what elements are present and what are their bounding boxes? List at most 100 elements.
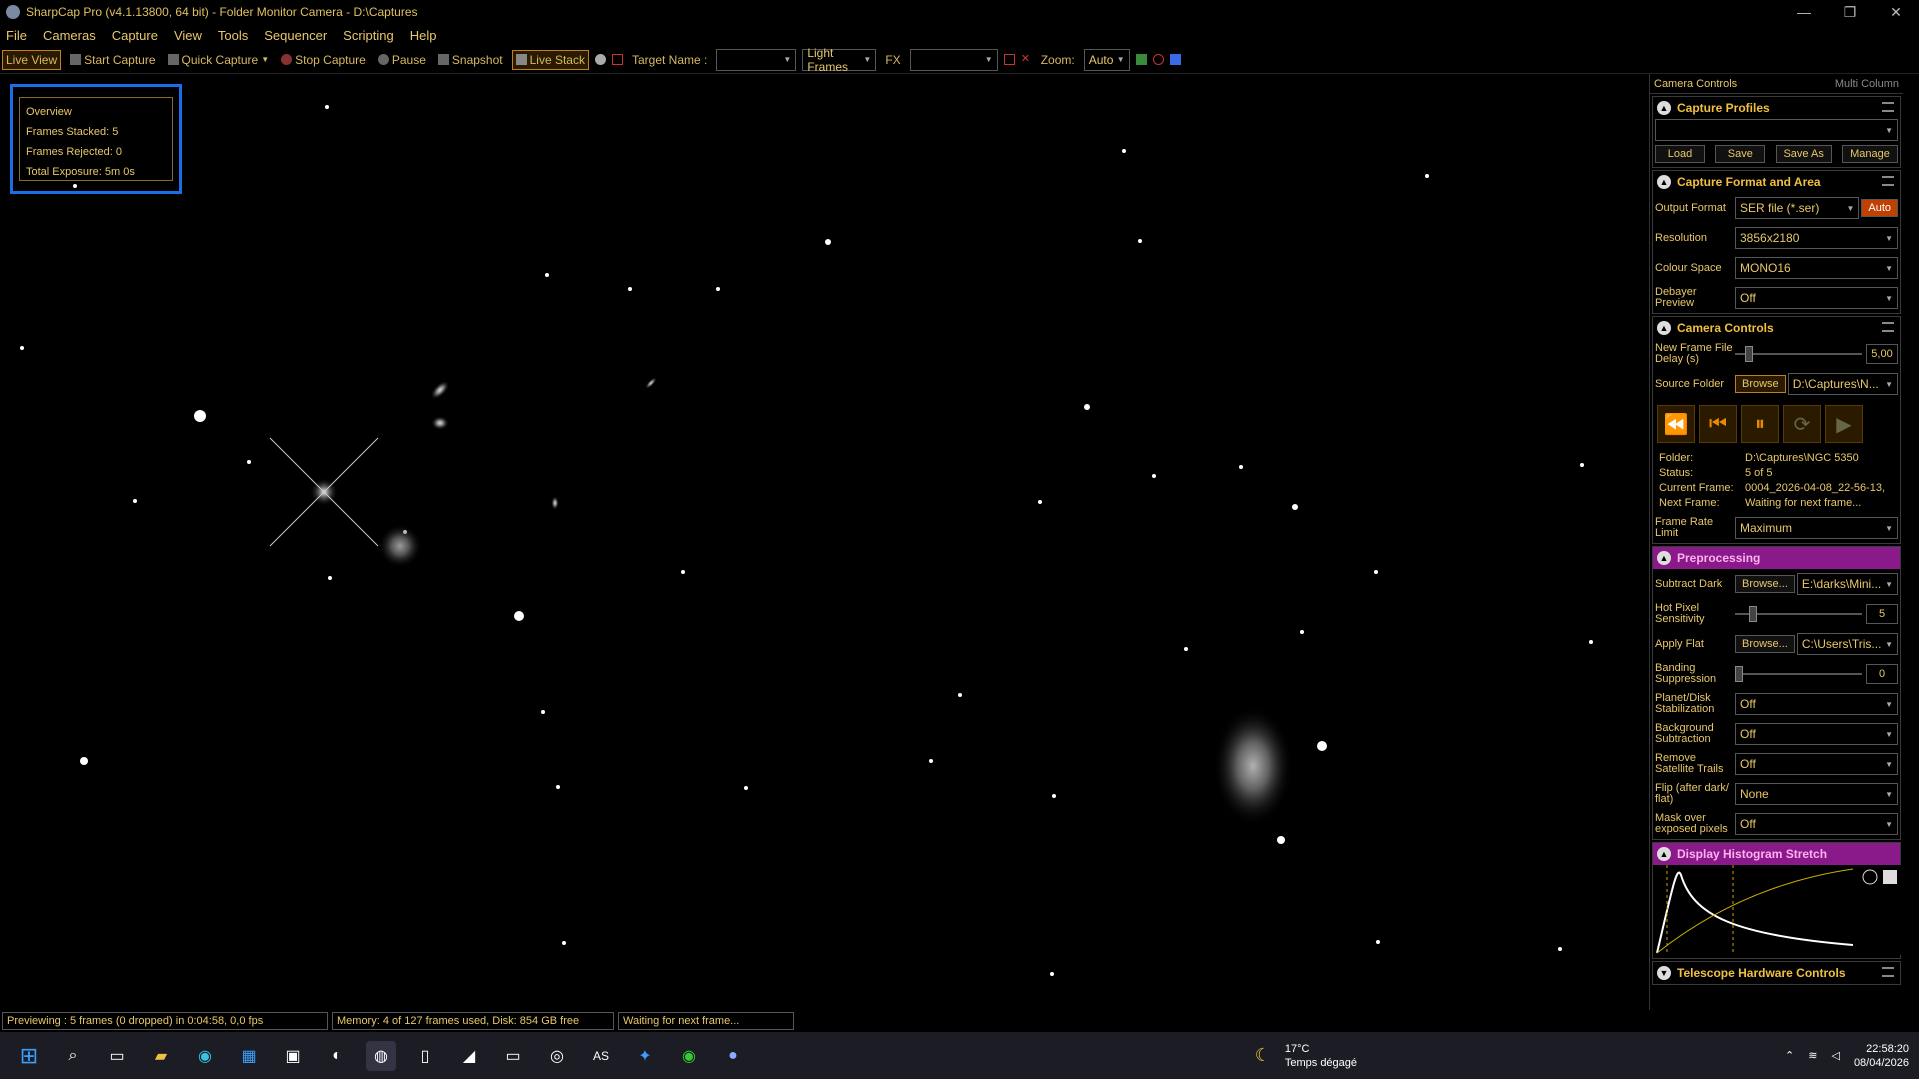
frame-rate-value: Maximum — [1740, 521, 1793, 535]
sharpcap-icon[interactable]: ◍ — [366, 1040, 396, 1071]
auto-button[interactable]: Auto — [1861, 199, 1898, 217]
store-icon[interactable]: ▦ — [234, 1041, 264, 1071]
selection-icon[interactable] — [1003, 54, 1015, 65]
app-icon[interactable]: ◐ — [322, 1041, 352, 1071]
start-icon[interactable]: ⊞ — [14, 1041, 44, 1071]
edge-icon[interactable]: ◉ — [190, 1041, 220, 1071]
app-icon[interactable]: ◉ — [674, 1041, 704, 1071]
menu-scripting[interactable]: Scripting — [343, 28, 394, 43]
menu-help[interactable]: Help — [410, 28, 437, 43]
resolution-select[interactable]: 3856x2180 ▼ — [1735, 227, 1898, 249]
snapshot-button[interactable]: Snapshot — [435, 51, 506, 69]
capture-format-header[interactable]: ▲ Capture Format and Area — [1653, 171, 1900, 193]
maximize-button[interactable]: ❐ — [1827, 0, 1873, 24]
debayer-value: Off — [1740, 291, 1756, 305]
delay-value[interactable]: 5,00 — [1866, 344, 1898, 364]
camera-controls-header[interactable]: ▲ Camera Controls — [1653, 317, 1900, 339]
menu-icon[interactable] — [1882, 967, 1894, 977]
flat-browse-button[interactable]: Browse... — [1735, 635, 1795, 653]
hot-pixel-slider[interactable] — [1735, 604, 1862, 624]
skip-start-icon[interactable]: ⏮ — [1699, 405, 1737, 443]
menu-capture[interactable]: Capture — [112, 28, 158, 43]
banding-slider[interactable] — [1735, 664, 1862, 684]
play-icon[interactable]: ▶ — [1825, 405, 1863, 443]
zoom-select[interactable]: Auto ▼ — [1083, 48, 1130, 71]
search-icon[interactable]: ⌕ — [58, 1041, 88, 1071]
frame-type-select[interactable]: Light Frames ▼ — [802, 46, 877, 74]
annotation-icon[interactable] — [611, 54, 623, 65]
histogram-icon[interactable] — [1135, 54, 1147, 65]
save-button[interactable]: Save — [1715, 145, 1766, 163]
app-icon[interactable]: ▣ — [278, 1041, 308, 1071]
debayer-select[interactable]: Off ▼ — [1735, 287, 1898, 309]
hot-pixel-value[interactable]: 5 — [1866, 604, 1898, 624]
mask-select[interactable]: Off ▼ — [1735, 813, 1898, 835]
live-stack-button[interactable]: Live Stack — [511, 49, 589, 70]
zoom-text: Zoom: — [1040, 52, 1075, 67]
pause-icon[interactable]: ⏸ — [1741, 405, 1779, 443]
colour-space-select[interactable]: MONO16 ▼ — [1735, 257, 1898, 279]
source-browse-button[interactable]: Browse — [1735, 375, 1786, 393]
close-button[interactable]: ✕ — [1873, 0, 1919, 24]
menu-icon[interactable] — [1882, 102, 1894, 112]
menu-icon[interactable] — [1882, 322, 1894, 332]
record-icon[interactable] — [594, 54, 606, 65]
live-view-button[interactable]: Live View — [2, 49, 62, 70]
file-explorer-icon[interactable]: ▰ — [146, 1041, 176, 1071]
crosshair-icon[interactable]: ✕ — [1021, 54, 1032, 65]
frame-rate-select[interactable]: Maximum ▼ — [1735, 517, 1898, 539]
volume-icon[interactable]: ◁ — [1831, 1049, 1839, 1062]
start-capture-button[interactable]: Start Capture — [67, 51, 158, 69]
stabilization-select[interactable]: Off ▼ — [1735, 693, 1898, 715]
app-icon[interactable]: AS — [586, 1041, 616, 1071]
app-icon[interactable]: ● — [718, 1041, 748, 1071]
histogram-graph[interactable] — [1653, 865, 1901, 955]
wifi-icon[interactable]: ≋ — [1808, 1049, 1817, 1062]
preprocessing-header[interactable]: ▲ Preprocessing — [1653, 547, 1900, 569]
menu-file[interactable]: File — [6, 28, 27, 43]
magnifier-icon[interactable] — [1152, 54, 1164, 65]
delay-slider[interactable] — [1735, 344, 1862, 364]
flip-select[interactable]: None ▼ — [1735, 783, 1898, 805]
chevron-up-icon[interactable]: ⌃ — [1785, 1049, 1794, 1062]
quick-capture-button[interactable]: Quick Capture ▼ — [165, 51, 273, 69]
stop-capture-button[interactable]: Stop Capture — [278, 51, 369, 69]
status-waiting: Waiting for next frame... — [618, 1012, 794, 1030]
menu-cameras[interactable]: Cameras — [43, 28, 96, 43]
menu-icon[interactable] — [1882, 176, 1894, 186]
dark-select[interactable]: E:\darks\Mini... ▼ — [1796, 573, 1898, 595]
dark-browse-button[interactable]: Browse... — [1735, 575, 1795, 593]
capture-profiles-header[interactable]: ▲ Capture Profiles — [1653, 97, 1900, 119]
load-button[interactable]: Load — [1655, 145, 1705, 163]
satellite-select[interactable]: Off ▼ — [1735, 753, 1898, 775]
output-format-select[interactable]: SER file (*.ser) ▼ — [1735, 197, 1860, 219]
live-view-image[interactable]: Overview Frames Stacked: 5 Frames Reject… — [0, 74, 1648, 1010]
status-preview: Previewing : 5 frames (0 dropped) in 0:0… — [2, 1012, 328, 1030]
flat-select[interactable]: C:\Users\Tris... ▼ — [1796, 633, 1898, 655]
menu-sequencer[interactable]: Sequencer — [264, 28, 327, 43]
menu-view[interactable]: View — [174, 28, 202, 43]
telescope-header[interactable]: ▼ Telescope Hardware Controls — [1653, 962, 1900, 984]
app-icon[interactable]: ✦ — [630, 1041, 660, 1071]
terminal-icon[interactable]: ▭ — [498, 1041, 528, 1071]
menu-tools[interactable]: Tools — [218, 28, 248, 43]
source-folder-select[interactable]: D:\Captures\N... ▼ — [1787, 373, 1898, 395]
banding-value[interactable]: 0 — [1866, 664, 1898, 684]
task-view-icon[interactable]: ▭ — [102, 1041, 132, 1071]
multi-column-checkbox[interactable]: Multi Column — [1835, 78, 1899, 90]
app-icon[interactable]: ◎ — [542, 1041, 572, 1071]
rewind-icon[interactable]: ⏪ — [1657, 405, 1695, 443]
target-name-combo[interactable]: ▼ — [716, 48, 797, 71]
refresh-icon[interactable]: ⟳ — [1783, 405, 1821, 443]
document-icon[interactable]: ▯ — [410, 1041, 440, 1071]
app-icon[interactable]: ◢ — [454, 1041, 484, 1071]
histogram-header[interactable]: ▲ Display Histogram Stretch — [1653, 843, 1900, 865]
manage-button[interactable]: Manage — [1841, 145, 1898, 163]
fx-select[interactable]: ▼ — [909, 48, 998, 71]
minimize-button[interactable]: — — [1781, 0, 1827, 24]
background-select[interactable]: Off ▼ — [1735, 723, 1898, 745]
profile-select[interactable]: ▼ — [1655, 119, 1898, 141]
pause-button[interactable]: Pause — [375, 51, 429, 69]
save-as-button[interactable]: Save As — [1775, 145, 1832, 163]
brush-icon[interactable] — [1169, 54, 1181, 65]
